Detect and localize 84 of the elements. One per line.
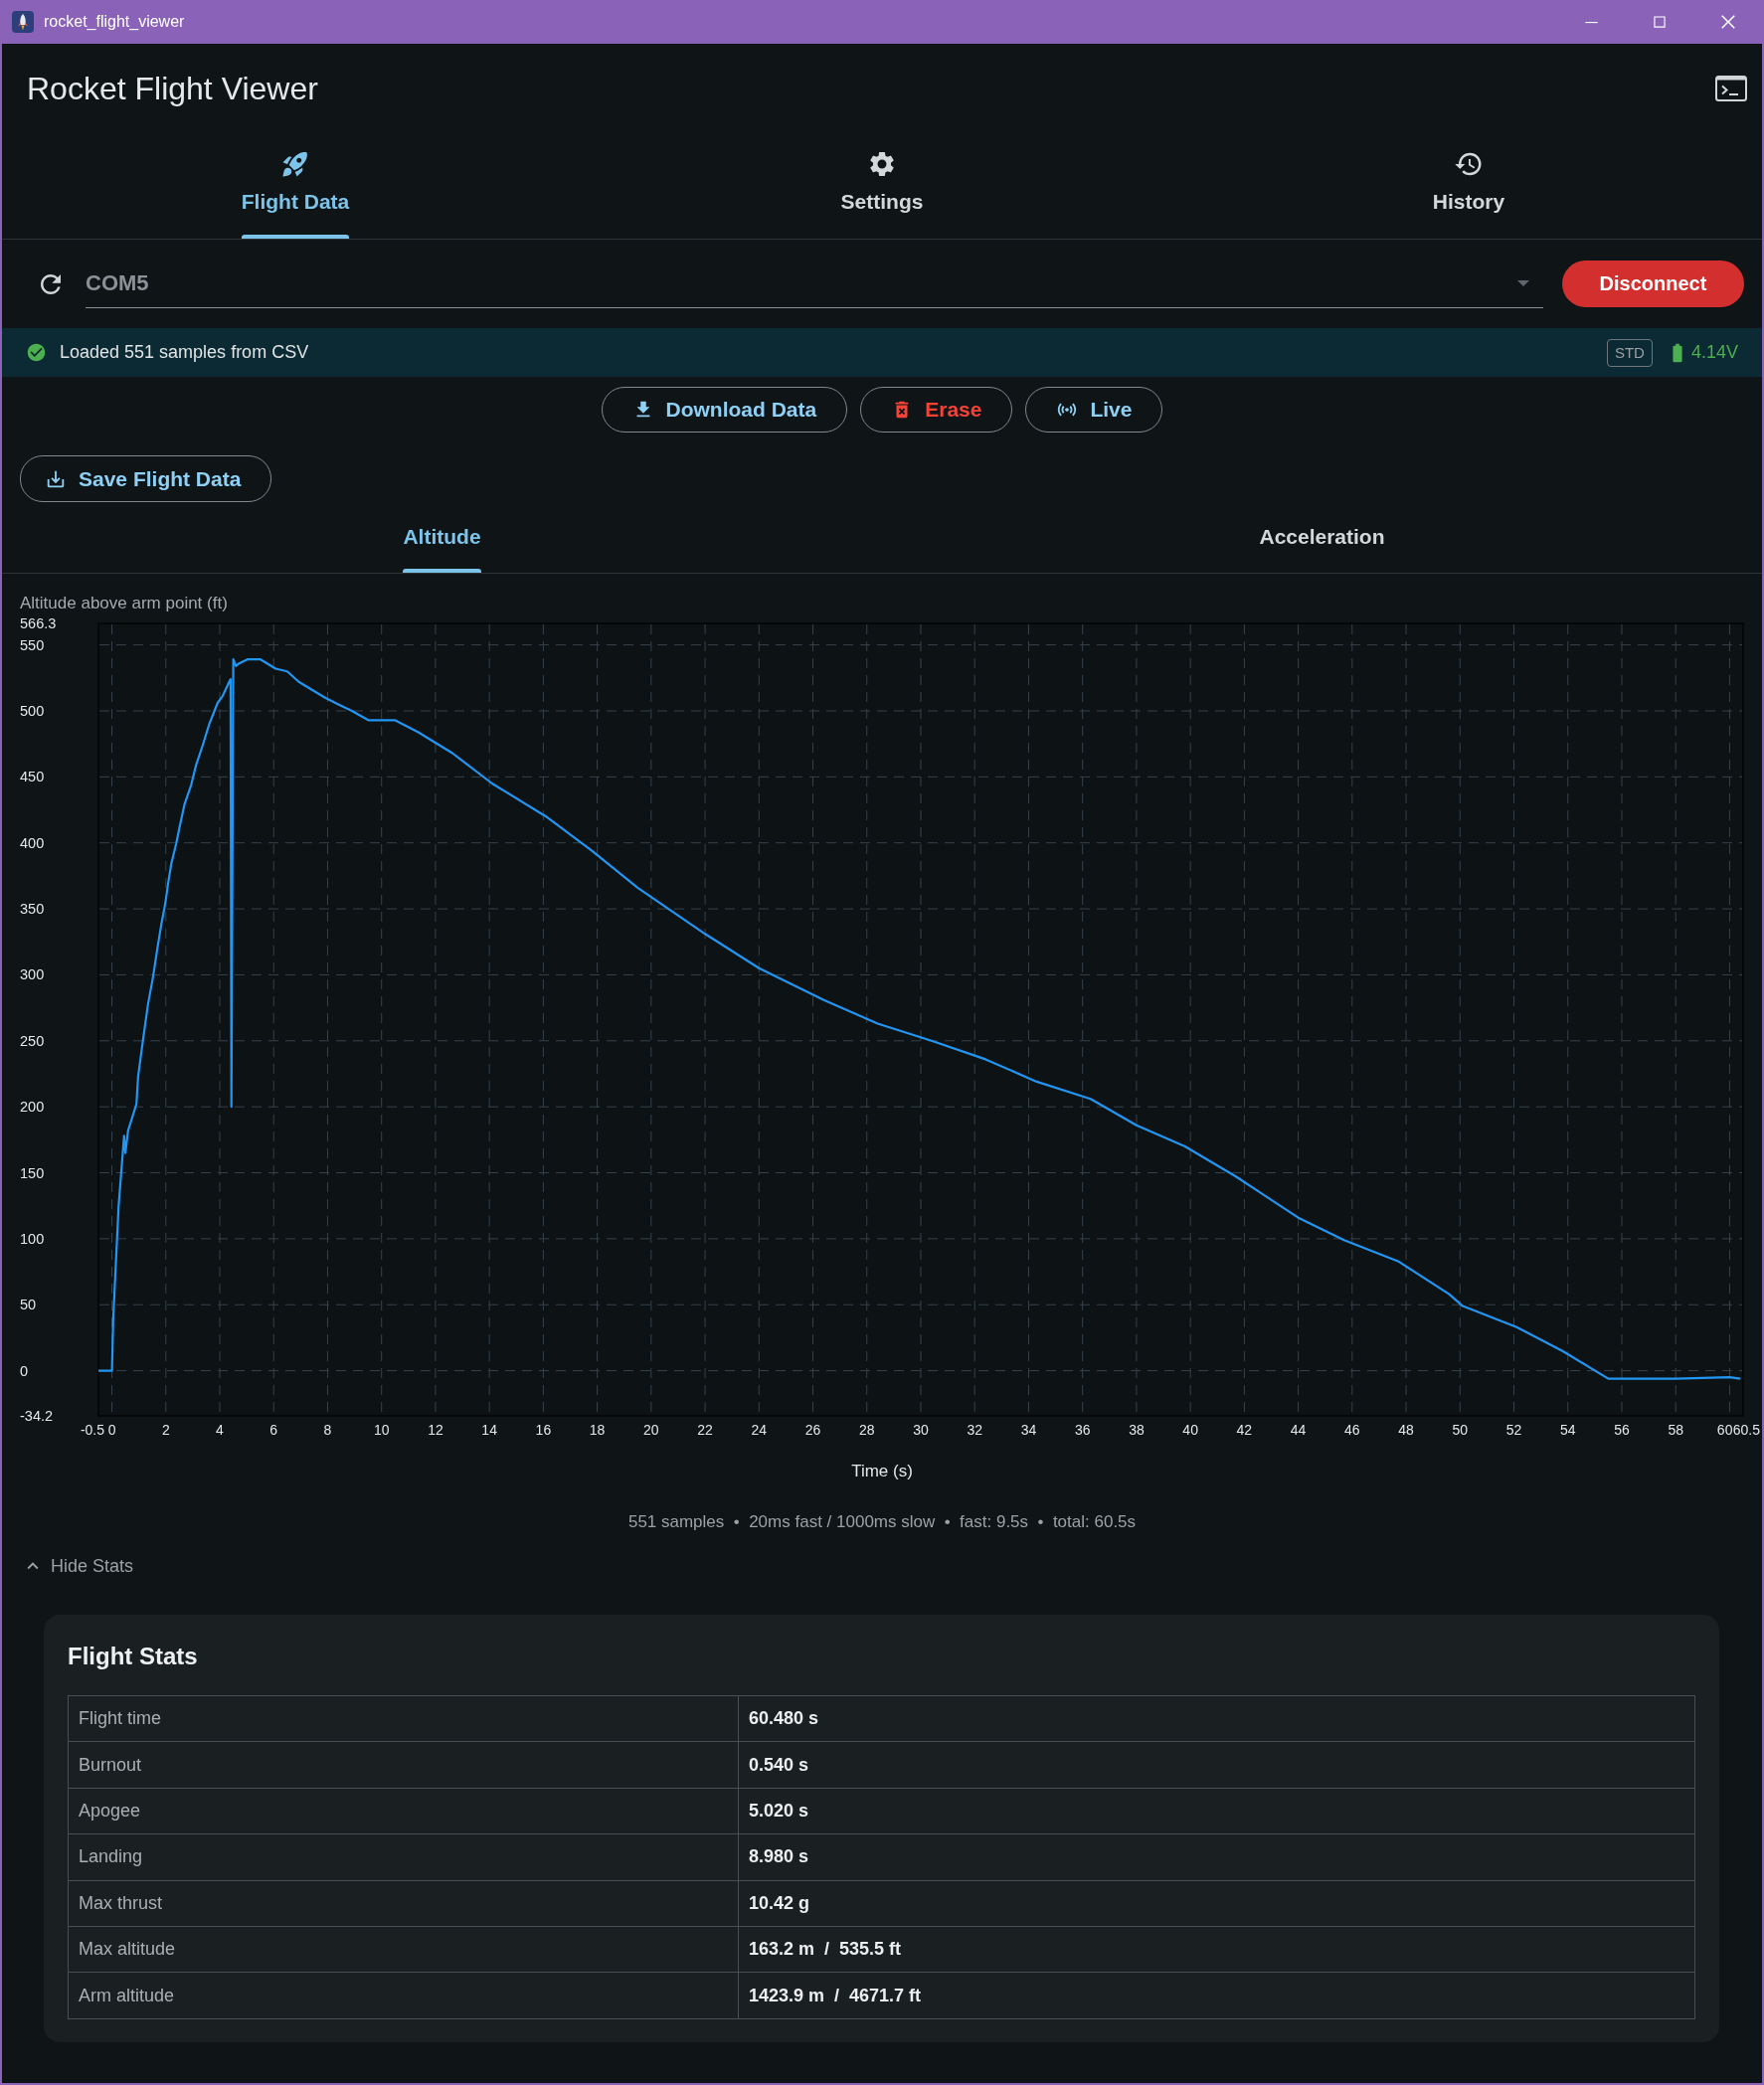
axis-title: Altitude above arm point (ft) (20, 594, 228, 613)
axis-tick-label: 46 (1344, 1422, 1360, 1438)
axis-tick-label: 56 (1614, 1422, 1630, 1438)
axis-tick-label: 44 (1290, 1422, 1307, 1438)
axis-tick-label: 8 (323, 1422, 332, 1438)
axis-tick-label: 4 (216, 1422, 224, 1438)
axis-tick-label: 48 (1398, 1422, 1414, 1438)
axis-tick-label: 26 (804, 1422, 821, 1438)
axis-tick-label: 50 (1452, 1422, 1469, 1438)
axis-tick-label: 250 (20, 1032, 45, 1049)
stat-label-cell: Burnout (68, 1741, 739, 1789)
axis-tick-label: 52 (1505, 1422, 1522, 1438)
axis-tick-label: 400 (20, 834, 45, 851)
stat-label-cell: Arm altitude (68, 1972, 739, 2019)
axis-tick-label: 20 (643, 1422, 659, 1438)
axis-tick-label: 6 (269, 1422, 278, 1438)
axis-tick-label: 450 (20, 769, 45, 785)
axis-tick-label: 14 (481, 1422, 497, 1438)
axis-tick-label: 36 (1074, 1422, 1091, 1438)
axis-tick-label: 60 (1716, 1422, 1733, 1438)
axis-tick-label: -0.5 (80, 1422, 104, 1438)
save-flight-data-button[interactable]: Save Flight Data (20, 455, 272, 502)
chart-tab[interactable]: Acceleration (1259, 502, 1385, 573)
window-title: rocket_flight_viewer (44, 13, 185, 31)
axis-tick-label: 12 (428, 1422, 443, 1438)
stat-label-cell: Landing (68, 1833, 739, 1881)
axis-tick-label: 28 (859, 1422, 875, 1438)
app-title: Rocket Flight Viewer (27, 70, 318, 107)
axis-tick-label: 54 (1559, 1422, 1576, 1438)
axis-tick-label: 50 (20, 1297, 37, 1313)
disconnect-button[interactable]: Disconnect (1562, 261, 1744, 307)
axis-tick-label: 10 (373, 1422, 390, 1438)
battery-voltage: 4.14V (1690, 342, 1738, 363)
axis-tick-label: 2 (161, 1422, 170, 1438)
nav-tab[interactable]: History (1432, 147, 1505, 239)
axis-tick-label: 34 (1020, 1422, 1037, 1438)
axis-tick-label: 566.3 (20, 615, 57, 631)
axis-tick-label: 40 (1182, 1422, 1198, 1438)
axis-tick-label: 30 (913, 1422, 929, 1438)
axis-tick-label: 100 (20, 1230, 45, 1247)
axis-tick-label: 16 (535, 1422, 552, 1438)
stat-value-cell: 1423.9 m / 4671.7 ft (738, 1972, 1695, 2019)
stat-label-cell: Max altitude (68, 1926, 739, 1973)
stat-value-cell: 0.540 s (738, 1741, 1695, 1789)
axis-tick-label: 24 (751, 1422, 768, 1438)
axis-title: Time (s) (851, 1461, 913, 1482)
sampling-summary: 551 samples • 20ms fast / 1000ms slow • fast: 9.5s • total: 60.5s (627, 1511, 1137, 1533)
axis-tick-label: 22 (697, 1422, 713, 1438)
axis-tick-label: 58 (1668, 1422, 1683, 1438)
axis-tick-label: 350 (20, 901, 45, 918)
axis-tick-label: 18 (589, 1422, 606, 1438)
caret-icon (1517, 280, 1529, 286)
port-select[interactable]: COM5 (86, 260, 1543, 308)
stat-value-cell: 163.2 m / 535.5 ft (738, 1926, 1695, 1973)
gear-icon (867, 149, 897, 179)
stat-value-cell: 10.42 g (738, 1880, 1695, 1927)
axis-tick-label: 42 (1236, 1422, 1253, 1438)
stat-label-cell: Flight time (68, 1695, 739, 1742)
mode-badge: STD (1606, 338, 1653, 367)
stat-label-cell: Apogee (68, 1788, 739, 1834)
axis-tick-label: 38 (1129, 1422, 1145, 1438)
hide-stats-toggle[interactable]: Hide Stats (22, 1555, 134, 1577)
stat-value-cell: 60.480 s (738, 1695, 1695, 1742)
axis-tick-label: 32 (967, 1422, 982, 1438)
axis-tick-label: 200 (20, 1099, 45, 1116)
nav-tab[interactable]: Flight Data (241, 147, 350, 239)
chart-tab[interactable]: Altitude (403, 502, 481, 573)
axis-tick-label: -34.2 (20, 1408, 54, 1424)
axis-tick-label: 60.5 (1732, 1422, 1760, 1438)
axis-tick-label: 500 (20, 703, 45, 719)
nav-tab[interactable]: Settings (840, 147, 924, 239)
terminal-icon[interactable] (1715, 76, 1747, 101)
app-icon (12, 11, 34, 33)
axis-tick-label: 550 (20, 636, 45, 653)
stat-value-cell: 5.020 s (738, 1788, 1695, 1834)
card-title: Flight Stats (68, 1642, 198, 1671)
axis-tick-label: 300 (20, 966, 45, 983)
rocket-icon (280, 149, 310, 179)
axis-tick-label: 150 (20, 1164, 45, 1181)
stat-value-cell: 8.980 s (738, 1833, 1695, 1881)
stat-label-cell: Max thrust (68, 1880, 739, 1927)
status-message: Loaded 551 samples from CSV (60, 342, 309, 363)
axis-tick-label: 0 (20, 1362, 29, 1379)
axis-tick-label: 0 (107, 1422, 116, 1438)
